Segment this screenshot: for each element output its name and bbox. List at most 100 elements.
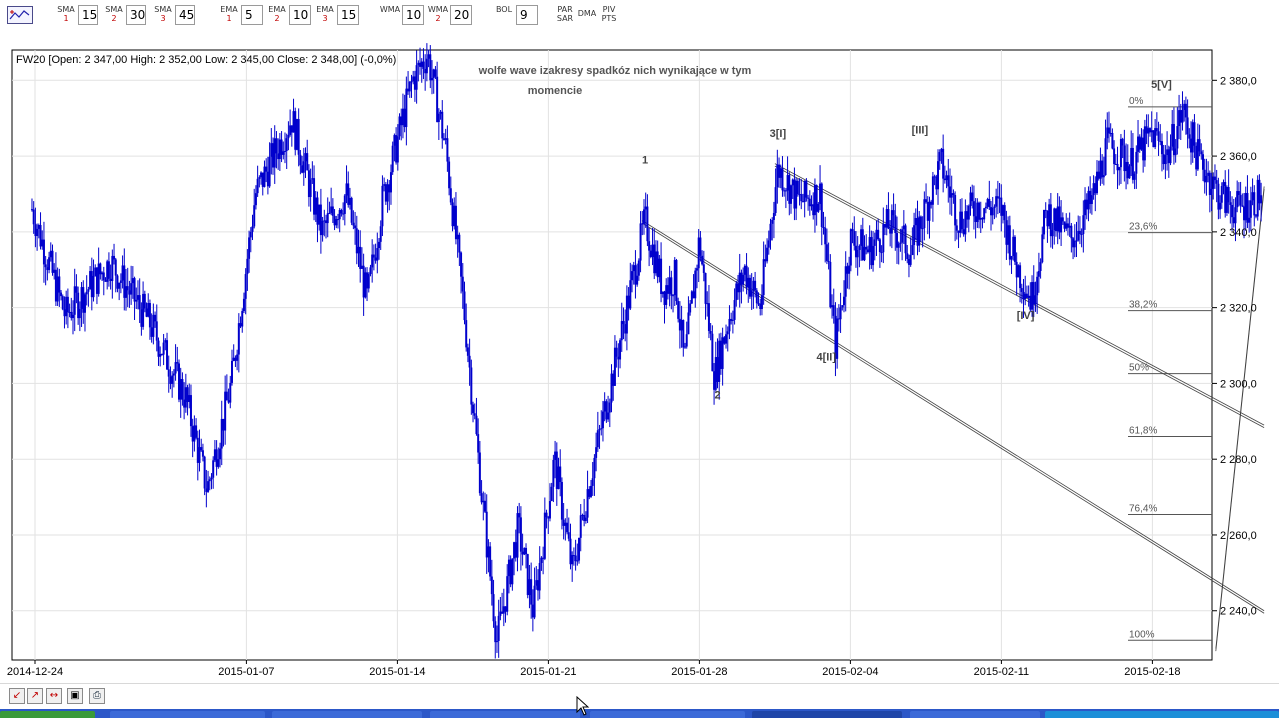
candle-body [101,272,104,275]
candle-body [184,387,187,408]
candle-body [627,295,630,309]
candle-body [752,280,755,291]
candle-body [873,239,876,246]
candle-body [1166,149,1169,156]
candle-body [735,283,738,301]
candle-body [1044,209,1047,211]
zoom-range-icon[interactable]: ↔ [46,688,62,704]
candle-body [759,303,762,309]
candle-body [947,175,950,187]
start-button[interactable] [0,711,95,718]
indicator-period-input[interactable]: 10 [289,5,311,25]
indicator-period-input[interactable]: 9 [516,5,538,25]
candle-body [757,303,760,305]
candle-body [612,373,615,386]
indicator-name: BOL [495,5,513,14]
candle-body [825,244,828,261]
candle-body [352,222,355,226]
indicator-period-input[interactable]: 15 [78,5,98,25]
button-label-bottom: PTS [601,14,617,23]
candle-body [1234,207,1237,224]
taskbar-item[interactable] [272,711,422,718]
indicator-period-input[interactable]: 10 [402,5,424,25]
candle-body [1029,295,1032,310]
candle-body [931,176,934,205]
candle-body [916,218,919,246]
candle-body [1164,155,1167,165]
candle-body [41,239,44,247]
candle-body [292,111,295,133]
candle-body [861,229,864,261]
candle-body [330,206,333,213]
candle-body [557,466,560,489]
candle-body [767,240,770,248]
candle-body [123,265,126,298]
candle-body [309,179,312,198]
print-icon[interactable]: ⎙ [89,688,105,704]
indicator-label: BOL [492,5,516,14]
candle-body [328,212,331,214]
indicator-name: SMA [154,5,172,14]
indicator-toolbar: SMA 1 15 SMA 2 30 SMA 3 45 EMA 1 5 EMA 2 10 EMA 3 15 WMA 10… [0,0,1279,31]
candle-body [1135,151,1138,174]
indicator-period-input[interactable]: 15 [337,5,359,25]
candle-body [1077,230,1080,241]
candle-body [919,216,922,229]
indicator-button-piv[interactable]: PIV PTS [597,5,621,25]
candle-body [1225,187,1228,213]
zoom-in-icon[interactable]: ↙ [9,688,25,704]
candle-body [48,257,51,271]
candle-body [858,245,861,250]
indicator-period-input[interactable]: 20 [450,5,472,25]
candle-body [82,287,85,313]
candle-body [68,311,71,313]
taskbar-item[interactable] [430,711,580,718]
candle-body [229,382,232,403]
candle-body [354,225,357,229]
indicator-button-par[interactable]: PAR SAR [553,5,577,25]
indicator-period-input[interactable]: 45 [175,5,195,25]
candle-body [138,295,141,310]
candle-body [829,261,832,308]
indicator-label: EMA 3 [313,5,337,23]
candle-body [572,555,575,557]
candle-body [1172,124,1175,156]
taskbar-item-active[interactable] [752,711,902,718]
candle-body [608,402,611,413]
indicator-button-dma[interactable]: DMA [575,5,599,25]
candle-body [895,233,898,248]
candle-body [1213,176,1216,181]
candle-body [971,192,974,202]
candle-body [113,255,116,260]
candle-body [848,265,851,274]
price-chart[interactable]: 0%23,6%38,2%50%61,8%76,4%100% 123[I]4[II… [0,30,1279,683]
candle-body [89,271,92,290]
candle-body [948,186,951,198]
candle-body [1231,204,1234,218]
indicator-period-input[interactable]: 30 [126,5,146,25]
candle-body [588,489,591,497]
candle-body [728,318,731,332]
zoom-out-icon[interactable]: ↗ [27,688,43,704]
candle-body [519,517,522,552]
candle-body [331,206,334,216]
chart-area[interactable]: 0% 23,6% 38,2% 50% 61,8% 76,4% 100% 1 2 3[I] 4[II… [0,30,1279,683]
candle-body [34,224,37,237]
candle-body [701,255,704,265]
taskbar-item[interactable] [110,711,265,718]
candle-body [1243,206,1246,221]
candle-body [738,272,741,293]
candle-body [1191,122,1194,153]
taskbar-item[interactable] [590,711,745,718]
candle-body [564,522,567,526]
candle-body [42,239,45,265]
chart-type-icon[interactable] [7,6,33,24]
candle-body [808,198,811,207]
indicator-sma1: SMA 1 15 [54,5,98,25]
taskbar-item[interactable] [910,711,1040,718]
indicator-period-input[interactable]: 5 [241,5,263,25]
candle-body [1215,180,1218,184]
candle-body [155,321,158,341]
fit-icon[interactable]: ▣ [67,688,83,704]
candle-body [263,166,266,187]
